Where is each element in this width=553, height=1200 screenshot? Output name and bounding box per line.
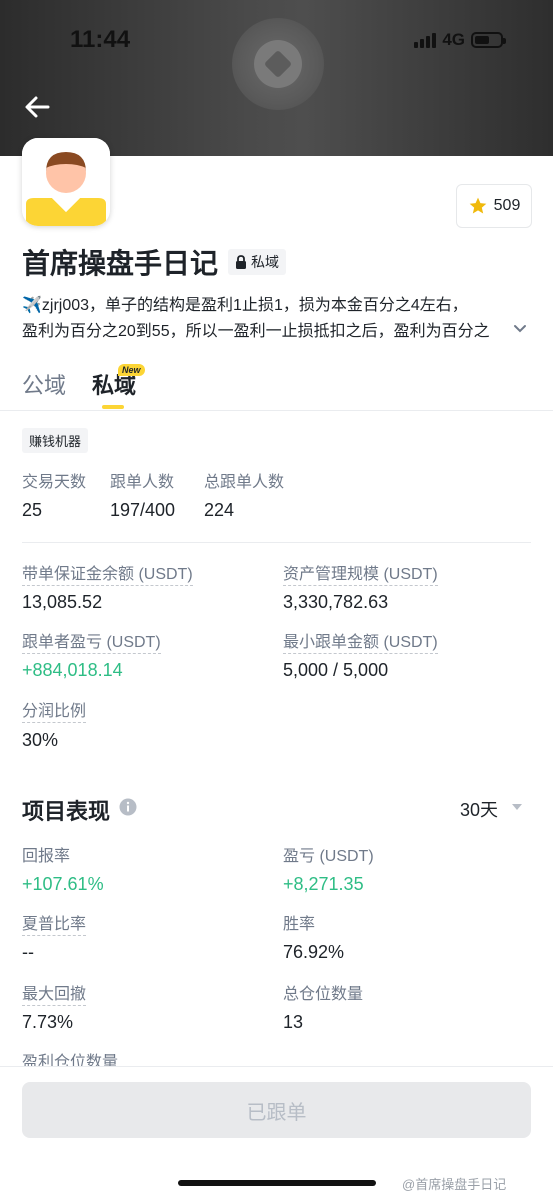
header-banner — [0, 0, 553, 156]
battery-icon — [471, 32, 506, 48]
profit-share-label[interactable]: 分润比例 — [22, 697, 87, 723]
sharpe-label[interactable]: 夏普比率 — [22, 910, 87, 936]
win-rate-value: 76.92% — [283, 942, 345, 962]
section-divider — [22, 542, 531, 543]
private-tag-label: 私域 — [251, 254, 280, 270]
mdd-label[interactable]: 最大回撤 — [22, 980, 87, 1006]
title-row: 首席操盘手日记 私域 — [22, 242, 287, 282]
aum-label[interactable]: 资产管理规模 (USDT) — [283, 560, 438, 586]
chevron-down-icon[interactable] — [512, 320, 528, 336]
profit-share-value: 30% — [22, 730, 59, 750]
pnl-value: +8,271.35 — [283, 874, 364, 894]
trade-days-value: 25 — [22, 500, 43, 520]
margin-label[interactable]: 带单保证金余额 (USDT) — [22, 560, 193, 586]
page-title: 首席操盘手日记 — [22, 248, 219, 279]
info-icon[interactable] — [119, 798, 137, 816]
caret-down-icon[interactable] — [510, 800, 524, 814]
bio: ✈️zjrj003，单子的结构是盈利1止损1，损为本金百分之4左右， 盈利为百分… — [22, 293, 502, 345]
total-followers-value: 224 — [204, 500, 235, 520]
tab-public[interactable]: 公域 — [22, 368, 66, 400]
tab-indicator — [102, 405, 124, 409]
min-copy-value: 5,000 / 5,000 — [283, 660, 389, 680]
private-tag: 私域 — [228, 249, 287, 275]
network-type: 4G — [442, 30, 465, 49]
sharpe-value: -- — [22, 942, 34, 962]
pnl-label: 盈亏 (USDT) — [283, 848, 374, 865]
favorite-count: 509 — [493, 197, 521, 214]
label-chip: 赚钱机器 — [22, 428, 89, 453]
roi-label: 回报率 — [22, 848, 71, 865]
avatar — [22, 138, 110, 226]
margin-value: 13,085.52 — [22, 592, 103, 612]
trade-days-label: 交易天数 — [22, 474, 87, 491]
banner-logo-icon — [232, 18, 324, 110]
aum-value: 3,330,782.63 — [283, 592, 389, 612]
follow-button[interactable]: 已跟单 — [22, 1082, 531, 1138]
star-icon — [469, 197, 486, 214]
positions-value: 13 — [283, 1012, 304, 1032]
followers-value: 197/400 — [110, 500, 176, 520]
follower-pnl-value: +884,018.14 — [22, 660, 123, 680]
tab-bar: 公域 私域 New — [22, 364, 145, 400]
back-arrow-icon[interactable] — [22, 92, 52, 122]
roi-value: +107.61% — [22, 874, 104, 894]
bio-line-1: ✈️zjrj003，单子的结构是盈利1止损1，损为本金百分之4左右， — [22, 297, 468, 314]
win-rate-label: 胜率 — [283, 916, 316, 933]
followers-label: 跟单人数 — [110, 474, 175, 491]
tab-private[interactable]: 私域 New — [92, 364, 145, 400]
positions-label: 总仓位数量 — [283, 986, 364, 1003]
signal-icon — [414, 32, 437, 48]
follower-pnl-label[interactable]: 跟单者盈亏 (USDT) — [22, 628, 161, 654]
status-time: 11:44 — [70, 26, 131, 53]
favorite-button[interactable]: 509 — [456, 184, 532, 228]
bio-line-2: 盈利为百分之20到55，所以一盈利一止损抵扣之后，盈利为百分之 — [22, 323, 490, 340]
tabs-divider — [0, 410, 553, 411]
new-badge: New — [118, 364, 145, 376]
period-select[interactable]: 30天 — [460, 796, 498, 822]
performance-title: 项目表现 — [22, 799, 111, 824]
total-followers-label: 总跟单人数 — [204, 474, 285, 491]
status-indicators: 4G — [414, 30, 506, 50]
tab-private-label: 私域 — [92, 373, 137, 398]
home-indicator — [178, 1180, 376, 1186]
watermark: @首席操盘手日记 — [402, 1177, 507, 1192]
mdd-value: 7.73% — [22, 1012, 74, 1032]
min-copy-label[interactable]: 最小跟单金额 (USDT) — [283, 628, 438, 654]
lock-icon — [236, 255, 247, 269]
